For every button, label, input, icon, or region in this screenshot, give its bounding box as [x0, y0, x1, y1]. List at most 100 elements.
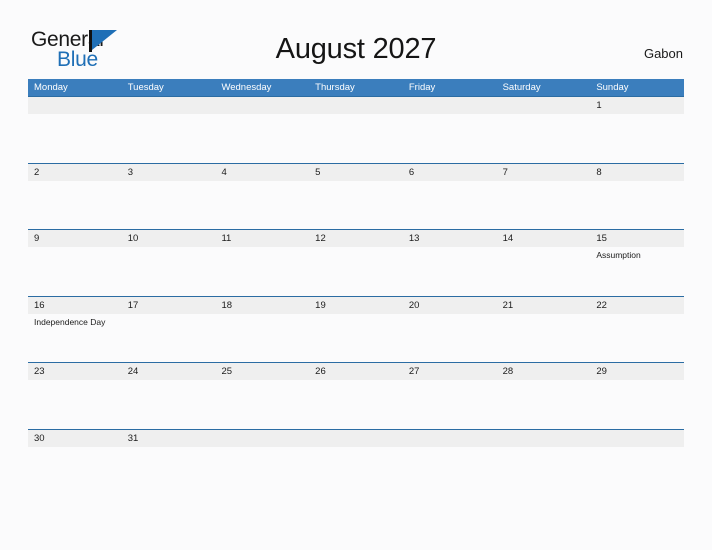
day-number: 4	[221, 166, 227, 178]
day-number	[34, 97, 122, 114]
day-cell[interactable]: 13	[403, 230, 497, 296]
day-number: 20	[408, 299, 420, 311]
weekday-header-tuesday: Tuesday	[127, 82, 164, 93]
day-event: Independence Day	[34, 316, 106, 327]
day-number	[409, 97, 497, 114]
day-cell[interactable]: 16 Independence Day	[28, 297, 122, 363]
day-number: 21	[502, 299, 514, 311]
day-cell[interactable]: 17	[122, 297, 216, 363]
day-number: 7	[502, 166, 508, 178]
weekday-header-thursday: Thursday	[315, 82, 355, 93]
day-number: 16	[34, 299, 45, 311]
day-cell[interactable]	[403, 430, 497, 469]
weekday-header-friday: Friday	[408, 82, 436, 93]
day-number: 15	[596, 233, 607, 244]
weekday-header-monday: Monday	[34, 82, 68, 93]
day-cell[interactable]: 6	[403, 164, 497, 230]
calendar-grid: Monday Tuesday Wednesday Thursday Friday…	[28, 79, 684, 469]
day-number: 25	[221, 366, 233, 377]
day-number: 11	[221, 233, 232, 244]
day-number: 18	[221, 299, 233, 311]
day-number	[503, 430, 591, 447]
day-cell[interactable]: 5	[309, 164, 403, 230]
weekday-header-sunday: Sunday	[596, 82, 629, 93]
country-label: Gabon	[643, 46, 683, 61]
day-number: 26	[315, 366, 326, 377]
day-cell[interactable]: 28	[497, 363, 591, 429]
week-row: 30 31	[28, 428, 684, 469]
week-row: 16 Independence Day 17 18 19 20 21 22	[28, 295, 684, 363]
day-cell[interactable]	[497, 430, 591, 469]
day-cell[interactable]	[122, 97, 216, 163]
week-row: 23 24 25 26 27 28 29	[28, 362, 684, 429]
day-cell[interactable]: 1	[590, 97, 684, 163]
day-cell[interactable]: 2	[28, 164, 122, 230]
day-number: 17	[127, 299, 139, 311]
day-number	[503, 97, 591, 114]
day-cell[interactable]: 21	[497, 297, 591, 363]
day-cell[interactable]	[215, 430, 309, 469]
day-cell[interactable]	[215, 97, 309, 163]
day-number: 13	[408, 233, 420, 244]
day-cell[interactable]: 25	[215, 363, 309, 429]
day-cell[interactable]: 29	[590, 363, 684, 429]
day-number: 8	[596, 166, 602, 178]
day-number: 22	[596, 299, 607, 311]
day-cell[interactable]: 7	[497, 164, 591, 230]
day-number: 1	[596, 100, 602, 111]
day-cell[interactable]	[309, 97, 403, 163]
day-number: 30	[34, 432, 45, 444]
day-cell[interactable]: 31	[122, 430, 216, 469]
day-number: 6	[408, 166, 415, 178]
week-row: 9 10 11 12 13 14 15 Assumption	[28, 229, 684, 296]
day-number: 27	[408, 366, 420, 377]
week-row: 1	[28, 96, 684, 163]
week-row: 2 3 4 5 6 7 8	[28, 162, 684, 230]
day-number: 29	[596, 366, 607, 377]
page-title: August 2027	[275, 33, 437, 65]
day-number	[409, 430, 497, 447]
day-number: 19	[315, 299, 326, 311]
day-number	[128, 97, 216, 114]
day-cell[interactable]: 23	[28, 363, 122, 429]
day-cell[interactable]: 15 Assumption	[590, 230, 684, 296]
day-cell[interactable]: 22	[590, 297, 684, 363]
day-number: 9	[34, 233, 40, 244]
day-cell[interactable]: 14	[497, 230, 591, 296]
day-cell[interactable]	[28, 97, 122, 163]
day-cell[interactable]: 8	[590, 164, 684, 230]
day-cell[interactable]: 24	[122, 363, 216, 429]
day-cell[interactable]: 9	[28, 230, 122, 296]
day-number	[596, 430, 684, 447]
day-number: 14	[502, 233, 514, 244]
weekday-header-wednesday: Wednesday	[221, 82, 272, 93]
weekday-header-saturday: Saturday	[502, 82, 541, 93]
day-cell[interactable]: 30	[28, 430, 122, 469]
day-cell[interactable]: 11	[215, 230, 309, 296]
day-cell[interactable]: 10	[122, 230, 216, 296]
day-cell[interactable]	[590, 430, 684, 469]
day-cell[interactable]: 3	[122, 164, 216, 230]
day-cell[interactable]: 27	[403, 363, 497, 429]
calendar-page: General Blue August 2027 Gabon Monday Tu…	[0, 0, 712, 550]
day-number	[221, 97, 309, 114]
day-number: 31	[127, 432, 139, 444]
day-number: 24	[127, 366, 139, 377]
day-number: 3	[127, 166, 134, 178]
day-event: Assumption	[596, 250, 641, 260]
page-header: General Blue August 2027 Gabon	[0, 0, 712, 76]
day-number	[315, 430, 403, 447]
day-number: 23	[34, 366, 45, 377]
day-cell[interactable]: 12	[309, 230, 403, 296]
day-cell[interactable]	[403, 97, 497, 163]
day-cell[interactable]: 19	[309, 297, 403, 363]
day-cell[interactable]: 20	[403, 297, 497, 363]
day-cell[interactable]: 18	[215, 297, 309, 363]
day-number: 2	[34, 166, 40, 178]
day-cell[interactable]: 4	[215, 164, 309, 230]
day-cell[interactable]	[309, 430, 403, 469]
day-cell[interactable]: 26	[309, 363, 403, 429]
day-number: 28	[502, 366, 514, 377]
day-number	[315, 97, 403, 114]
day-cell[interactable]	[497, 97, 591, 163]
